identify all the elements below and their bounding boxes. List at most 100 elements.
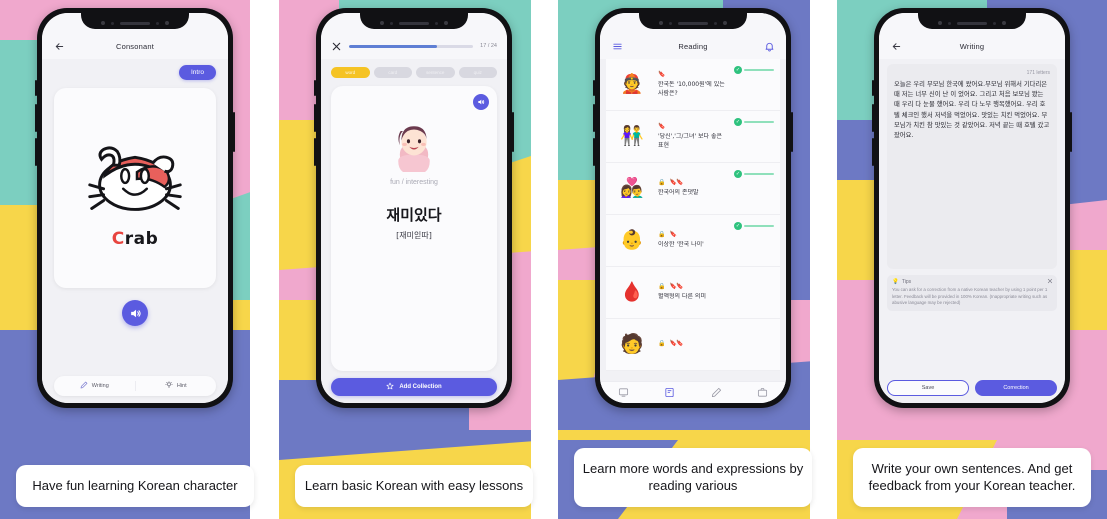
- reading-item-main: 🔒 🔖🔖: [658, 340, 728, 350]
- girl-avatar-icon: [390, 120, 438, 172]
- phone-screen-4: Writing 171 letters 오늘은 우리 부모님 한국에 왔어요.부…: [879, 13, 1065, 403]
- phone-button: [593, 138, 595, 166]
- letter-counter: 171 letters: [1026, 70, 1050, 76]
- app-header-writing: Writing: [879, 33, 1065, 59]
- close-icon[interactable]: [1047, 278, 1053, 284]
- bell-icon[interactable]: [762, 39, 776, 53]
- earpiece-speaker: [120, 22, 150, 25]
- status-bar: [744, 173, 774, 175]
- caption-card-2: Learn basic Korean with easy lessons: [295, 465, 533, 507]
- nav-pencil-icon[interactable]: [693, 387, 740, 398]
- caption-card-4: Write your own sentences. And get feedba…: [853, 447, 1091, 507]
- sensor-dot: [948, 22, 951, 25]
- writing-text: 오늘은 우리 부모님 한국에 왔어요.부모님 위해서 기다리은 때 저는 너무 …: [894, 81, 1050, 139]
- nav-monitor-icon[interactable]: [600, 387, 647, 398]
- arrow-left-icon[interactable]: [52, 39, 66, 53]
- nav-feed-icon[interactable]: [647, 387, 694, 398]
- camera-dot: [659, 21, 663, 25]
- reading-item-title: '당신','그/그녀' 보다 좋은 표현: [658, 132, 723, 149]
- speaker-icon[interactable]: [122, 300, 148, 326]
- level-badge-icon: 🔖🔖: [669, 180, 683, 187]
- reading-body: 👲 🔖 한국돈 '10,000원'에 있는 사람은? ✓ 👫 🔖 '당신','그/그녀' 보…: [600, 59, 786, 403]
- phone-button: [593, 80, 595, 96]
- reading-item-main: 🔖 '당신','그/그녀' 보다 좋은 표현: [658, 123, 728, 150]
- reading-list-item[interactable]: 👲 🔖 한국돈 '10,000원'에 있는 사람은? ✓: [606, 59, 780, 111]
- word-meaning: fun / interesting: [390, 179, 438, 186]
- word-initial: C: [111, 229, 125, 249]
- star-icon: [386, 382, 394, 392]
- hint-label: Hint: [176, 383, 187, 389]
- reading-list-item[interactable]: 👶 🔒 🔖 이상한 '한국 나이' ✓: [606, 215, 780, 267]
- earpiece-speaker: [399, 22, 429, 25]
- chip-word[interactable]: word: [331, 67, 370, 78]
- phone-button: [314, 138, 316, 166]
- phone-screen-3: Reading 👲 🔖 한국돈 '10,000원'에 있는 사람은? ✓ 👫 🔖 '당신',…: [600, 13, 786, 403]
- chip-sentence[interactable]: sentence: [416, 67, 455, 78]
- progress-counter: 17 / 24: [480, 43, 497, 49]
- sensor-dot: [390, 22, 393, 25]
- word-korean: 재미있다: [386, 206, 442, 224]
- phone-button: [35, 138, 37, 166]
- reading-item-status: ✓: [734, 170, 774, 178]
- camera-dot: [444, 21, 448, 25]
- lesson-step-chips: word card sentence quiz: [331, 67, 497, 78]
- lock-icon: 🔒: [658, 284, 666, 291]
- phone-button: [872, 104, 874, 132]
- level-badge-icon: 🔖: [658, 123, 666, 130]
- writing-button[interactable]: Writing: [54, 381, 135, 391]
- reading-thumbnail-icon: 🩸: [620, 282, 644, 303]
- flashcard[interactable]: Crab: [54, 88, 216, 288]
- phone-screen-1: Consonant Intro Crab Writing Hint: [42, 13, 228, 403]
- app-header-consonant: Consonant: [42, 33, 228, 59]
- store-screenshot-3: Reading 👲 🔖 한국돈 '10,000원'에 있는 사람은? ✓ 👫 🔖 '당신',…: [558, 0, 828, 519]
- chip-quiz[interactable]: quiz: [458, 67, 497, 78]
- nav-briefcase-icon[interactable]: [740, 387, 787, 398]
- reading-item-title: 한국돈 '10,000원'에 있는 사람은?: [658, 80, 725, 97]
- bottom-nav: [600, 381, 786, 403]
- close-icon[interactable]: [331, 41, 342, 52]
- camera-dot: [938, 21, 942, 25]
- reading-item-main: 🔒 🔖🔖 혈액형의 다른 의미: [658, 283, 728, 302]
- phone-button: [35, 104, 37, 132]
- store-screenshot-4: Writing 171 letters 오늘은 우리 부모님 한국에 왔어요.부…: [837, 0, 1107, 519]
- level-badge-icon: 🔖: [658, 71, 666, 78]
- phone-button: [35, 80, 37, 96]
- intro-button[interactable]: Intro: [178, 65, 216, 80]
- reading-list-item[interactable]: 👩‍❤️‍👨 🔒 🔖🔖 한국어의 존댓말 ✓: [606, 163, 780, 215]
- check-icon: ✓: [734, 118, 742, 126]
- reading-list-item[interactable]: 🧑 🔒 🔖🔖: [606, 319, 780, 371]
- lesson-body: word card sentence quiz fun / interestin…: [321, 59, 507, 403]
- lock-icon: 🔒: [658, 180, 666, 187]
- save-button[interactable]: Save: [887, 380, 969, 396]
- camera-dot: [165, 21, 169, 25]
- reading-item-meta: 🔖: [658, 123, 728, 130]
- reading-list-item[interactable]: 🩸 🔒 🔖🔖 혈액형의 다른 의미: [606, 267, 780, 319]
- writing-textarea[interactable]: 171 letters 오늘은 우리 부모님 한국에 왔어요.부모님 위해서 기…: [887, 64, 1057, 269]
- reading-list-item[interactable]: 👫 🔖 '당신','그/그녀' 보다 좋은 표현 ✓: [606, 111, 780, 163]
- check-icon: ✓: [734, 66, 742, 74]
- hint-button[interactable]: Hint: [134, 381, 217, 391]
- phone-button: [1070, 112, 1072, 152]
- correction-button[interactable]: Correction: [975, 380, 1057, 396]
- notch: [81, 13, 189, 29]
- camera-dot: [101, 21, 105, 25]
- add-collection-button[interactable]: Add Collection: [331, 378, 497, 396]
- reading-list[interactable]: 👲 🔖 한국돈 '10,000원'에 있는 사람은? ✓ 👫 🔖 '당신','그/그녀' 보…: [600, 59, 786, 381]
- store-screenshot-2: 17 / 24 word card sentence quiz fun / in…: [279, 0, 549, 519]
- word-card: fun / interesting 재미있다 [재미읻따]: [331, 86, 497, 371]
- status-bar: [879, 13, 1065, 33]
- reading-item-title: 한국어의 존댓말: [658, 189, 699, 197]
- page-title: Writing: [959, 41, 985, 51]
- page-title: Reading: [678, 41, 708, 51]
- status-bar: [744, 225, 774, 227]
- speaker-icon[interactable]: [473, 94, 489, 110]
- hamburger-icon[interactable]: [610, 39, 624, 53]
- store-screenshot-1: Consonant Intro Crab Writing Hint Have f…: [0, 0, 270, 519]
- level-badge-icon: 🔖🔖: [669, 284, 683, 291]
- tips-body: You can ask for a correction from a nati…: [892, 287, 1048, 306]
- page-title: Consonant: [115, 41, 155, 51]
- writing-actions: Save Correction: [887, 374, 1057, 396]
- word-pronunciation: [재미읻따]: [396, 231, 432, 240]
- chip-card[interactable]: card: [373, 67, 412, 78]
- arrow-left-icon[interactable]: [889, 39, 903, 53]
